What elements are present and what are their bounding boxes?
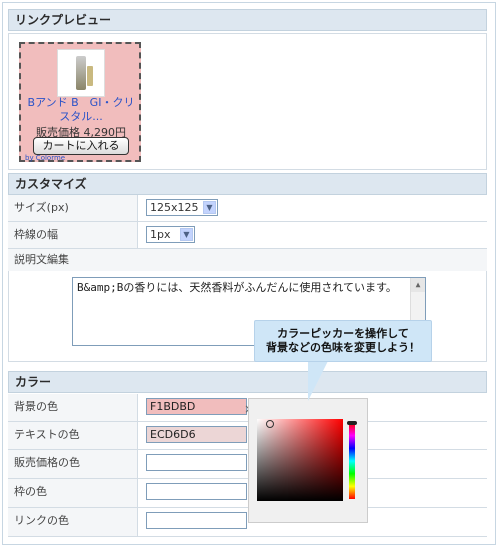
description-text: B&amp;Bの香りには、天然香料がふんだんに使用されています。: [77, 281, 397, 294]
size-select-value: 125x125: [150, 201, 199, 214]
hue-handle[interactable]: [347, 421, 357, 425]
text-color-input[interactable]: ECD6D6: [146, 426, 247, 443]
section-title: カラー: [15, 375, 52, 389]
bg-color-value: F1BDBD: [150, 400, 196, 413]
text-color-value: ECD6D6: [150, 428, 196, 441]
section-header-link-preview: リンクプレビュー: [8, 9, 487, 31]
border-width-row: 枠線の幅 1px ▼: [8, 222, 487, 249]
link-preview-card: Bアンド B GI・クリスタル... 販売価格 4,290円 カートに入れる b…: [19, 42, 141, 162]
description-label: 説明文編集: [8, 249, 487, 271]
price-color-label: 販売価格の色: [8, 450, 138, 478]
size-label: サイズ(px): [8, 195, 138, 221]
product-title-link[interactable]: Bアンド B GI・クリスタル...: [23, 96, 139, 124]
saturation-value-area[interactable]: [257, 419, 343, 501]
chevron-down-icon[interactable]: ▼: [203, 201, 216, 214]
add-to-cart-button[interactable]: カートに入れる: [33, 137, 129, 155]
tooltip-line-1: カラーピッカーを操作して: [277, 327, 409, 340]
section-title: リンクプレビュー: [15, 13, 112, 27]
tooltip-line-2: 背景などの色味を変更しよう！: [266, 341, 420, 354]
box-icon: [87, 66, 93, 86]
border-color-input[interactable]: [146, 483, 247, 500]
border-width-select-value: 1px: [150, 228, 171, 241]
border-width-label: 枠線の幅: [8, 222, 138, 248]
bg-color-label: 背景の色: [8, 394, 138, 421]
section-header-customize: カスタマイズ: [8, 173, 487, 195]
border-width-select[interactable]: 1px ▼: [146, 226, 195, 243]
link-color-label: リンクの色: [8, 508, 138, 536]
section-title: カスタマイズ: [15, 177, 87, 191]
price-color-input[interactable]: [146, 454, 247, 471]
powered-by-link[interactable]: by Colorme: [25, 154, 65, 162]
hue-slider[interactable]: [349, 423, 355, 499]
link-color-input[interactable]: [146, 512, 247, 529]
product-image[interactable]: [57, 49, 105, 97]
size-row: サイズ(px) 125x125 ▼: [8, 195, 487, 222]
chevron-down-icon[interactable]: ▼: [180, 228, 193, 241]
text-color-label: テキストの色: [8, 422, 138, 449]
section-header-color: カラー: [8, 371, 487, 393]
bg-color-input[interactable]: F1BDBD: [146, 398, 247, 415]
sv-handle[interactable]: [266, 420, 274, 428]
size-select[interactable]: 125x125 ▼: [146, 199, 218, 216]
description-row: 説明文編集: [8, 249, 487, 271]
bottle-icon: [76, 56, 86, 90]
help-tooltip: カラーピッカーを操作して 背景などの色味を変更しよう！: [254, 320, 432, 362]
color-picker: [248, 398, 368, 523]
border-color-label: 枠の色: [8, 479, 138, 507]
scroll-up-icon[interactable]: ▲: [411, 278, 425, 292]
